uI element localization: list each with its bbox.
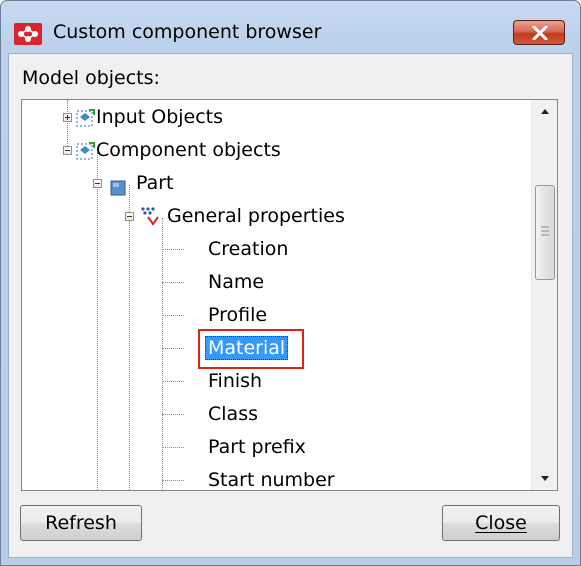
- tree-line: [162, 381, 184, 382]
- dialog-client-area: Model objects: Input Objects Component o…: [8, 53, 573, 558]
- tree-line: [162, 282, 184, 283]
- tree-item-label: Class: [208, 403, 258, 425]
- scroll-thumb[interactable]: [535, 185, 555, 280]
- tree-item-label: Profile: [208, 304, 268, 326]
- tree-item-input-objects[interactable]: Input Objects: [62, 102, 362, 132]
- chevron-up-icon: [541, 109, 549, 114]
- vertical-scrollbar[interactable]: [531, 100, 557, 490]
- tree-item-start-number[interactable]: Start number: [208, 465, 408, 491]
- grip-icon: [541, 226, 549, 236]
- tree-item-general-properties[interactable]: General properties: [125, 201, 425, 231]
- close-button-label: Close: [475, 512, 527, 534]
- objects-icon: [76, 140, 96, 170]
- model-objects-tree[interactable]: Input Objects Component objects Part Gen…: [21, 99, 558, 491]
- part-icon: [110, 175, 126, 205]
- collapse-icon[interactable]: [63, 146, 72, 155]
- tree-line: [97, 152, 98, 490]
- tree-item-label: Component objects: [96, 139, 281, 161]
- component-browser-window: Custom component browser Model objects:: [0, 0, 581, 566]
- close-window-button[interactable]: [513, 20, 565, 45]
- tree-line: [162, 218, 163, 490]
- tree-line: [162, 249, 184, 250]
- tree-line: [162, 315, 184, 316]
- tekla-component-icon: [14, 23, 42, 45]
- tree-item-label: Input Objects: [96, 106, 224, 128]
- tree-item-label: Part: [136, 172, 174, 194]
- close-button[interactable]: Close: [442, 505, 560, 541]
- scroll-up-button[interactable]: [532, 100, 557, 124]
- title-bar[interactable]: Custom component browser: [1, 1, 580, 53]
- window-title: Custom component browser: [53, 21, 322, 43]
- tree-line: [162, 414, 184, 415]
- tree-item-class[interactable]: Class: [208, 399, 408, 429]
- tree-content: Input Objects Component objects Part Gen…: [22, 100, 532, 490]
- refresh-button[interactable]: Refresh: [20, 505, 142, 541]
- tree-item-component-objects[interactable]: Component objects: [62, 135, 382, 165]
- tree-item-label: Creation: [208, 238, 289, 260]
- scroll-down-button[interactable]: [532, 466, 557, 490]
- tree-item-finish[interactable]: Finish: [208, 366, 408, 396]
- objects-icon: [76, 107, 96, 137]
- tree-line: [162, 348, 184, 349]
- collapse-icon[interactable]: [93, 179, 102, 188]
- tree-item-name[interactable]: Name: [208, 267, 408, 297]
- tree-item-creation[interactable]: Creation: [208, 234, 408, 264]
- tree-item-label: Finish: [208, 370, 263, 392]
- tree-item-label: Part prefix: [208, 436, 306, 458]
- tree-line: [162, 480, 184, 481]
- tree-line: [162, 447, 184, 448]
- chevron-down-icon: [541, 476, 549, 481]
- tree-item-label: General properties: [167, 205, 345, 227]
- tree-item-label: Start number: [208, 469, 335, 491]
- close-icon: [532, 26, 548, 40]
- properties-icon: [139, 205, 161, 235]
- model-objects-label: Model objects:: [22, 67, 160, 89]
- highlight-box: [198, 329, 304, 369]
- tree-item-profile[interactable]: Profile: [208, 300, 408, 330]
- tree-item-label: Name: [208, 271, 265, 293]
- tree-item-part-prefix[interactable]: Part prefix: [208, 432, 408, 462]
- expand-icon[interactable]: [63, 113, 72, 122]
- tree-item-part[interactable]: Part: [93, 168, 293, 198]
- collapse-icon[interactable]: [125, 212, 134, 221]
- refresh-button-label: Refresh: [45, 512, 117, 534]
